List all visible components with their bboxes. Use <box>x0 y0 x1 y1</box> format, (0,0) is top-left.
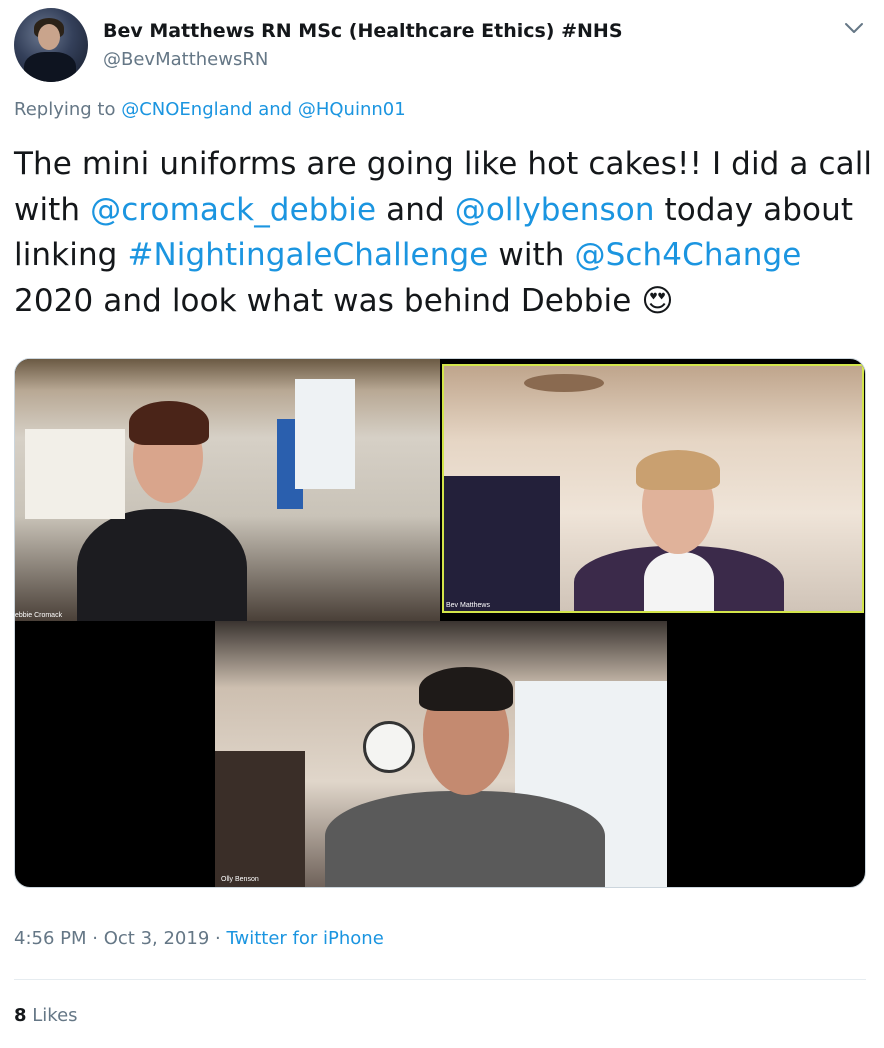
tweet-header: Bev Matthews RN MSc (Healthcare Ethics) … <box>14 8 874 84</box>
author-handle[interactable]: @BevMatthewsRN <box>103 49 268 70</box>
participant-label: Bev Matthews <box>446 602 490 609</box>
avatar[interactable] <box>14 8 88 82</box>
video-tile-bev: Bev Matthews <box>442 364 864 613</box>
tweet-timestamp: 4:56 PM · Oct 3, 2019 · Twitter for iPho… <box>14 928 384 949</box>
likes-number: 8 <box>14 1005 27 1026</box>
tweet-text-part: with <box>498 237 565 273</box>
tweet-date[interactable]: Oct 3, 2019 <box>104 928 210 949</box>
mention-link[interactable]: @cromack_debbie <box>90 192 376 228</box>
mention-link[interactable]: @Sch4Change <box>575 237 802 273</box>
video-tile-debbie: ebbie Cromack <box>15 359 440 621</box>
tweet-text: The mini uniforms are going like hot cak… <box>14 142 874 324</box>
tweet-time[interactable]: 4:56 PM <box>14 928 87 949</box>
tweet-text-part: and <box>386 191 445 228</box>
mention-link[interactable]: @HQuinn01 <box>298 99 406 120</box>
divider <box>14 979 866 980</box>
video-tile-olly: Olly Benson <box>215 621 667 887</box>
mention-link[interactable]: @CNOEngland <box>121 99 252 120</box>
hashtag-link[interactable]: #NightingaleChallenge <box>127 237 488 273</box>
separator: · <box>92 928 98 949</box>
separator: · <box>215 928 221 949</box>
tweet-source-link[interactable]: Twitter for iPhone <box>227 928 384 949</box>
participant-label: ebbie Cromack <box>15 612 63 619</box>
tweet-photo[interactable]: ebbie Cromack Bev Matthews Olly Benson <box>14 358 866 888</box>
reply-and: and <box>258 99 293 120</box>
tweet-text-part: 2020 and look what was behind Debbie <box>14 282 632 319</box>
mention-link[interactable]: @ollybenson <box>455 192 655 228</box>
likes-count[interactable]: 8 Likes <box>14 1005 78 1026</box>
participant-label: Olly Benson <box>221 876 259 883</box>
chevron-down-icon[interactable] <box>842 16 866 40</box>
reply-prefix: Replying to <box>14 99 116 120</box>
heart-eyes-emoji: 😍 <box>641 282 674 319</box>
author-display-name[interactable]: Bev Matthews RN MSc (Healthcare Ethics) … <box>103 20 623 42</box>
replying-to: Replying to @CNOEngland and @HQuinn01 <box>14 99 406 120</box>
likes-label: Likes <box>32 1005 78 1026</box>
